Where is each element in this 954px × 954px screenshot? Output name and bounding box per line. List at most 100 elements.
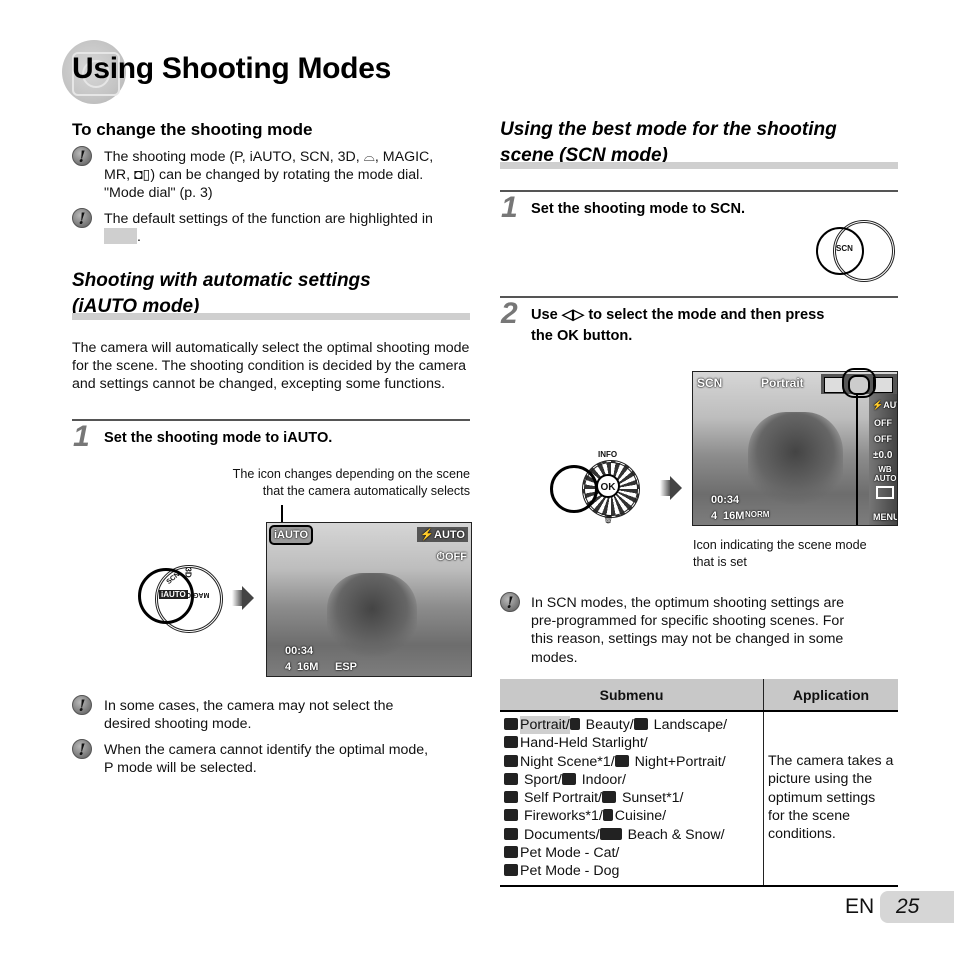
heading-line: Using the best mode for the shooting (500, 119, 837, 140)
caption-line: The icon changes depending on the scene (232, 467, 470, 481)
night-portrait-icon (614, 754, 629, 767)
application-cell: The camera takes a picture using the opt… (768, 753, 894, 843)
menu-button[interactable]: MENU (873, 512, 897, 522)
submenu-item: Hand-Held Starlight/ (520, 735, 648, 752)
landscape-scene-icon[interactable] (824, 377, 844, 393)
heading-underline (72, 313, 470, 320)
submenu-item: Beauty/ (581, 717, 634, 733)
submenu-item: Landscape/ (649, 717, 728, 733)
pet-cat-icon (504, 846, 518, 859)
exposure-setting[interactable]: ±0.0 (873, 450, 892, 461)
recording-time: 00:34 (285, 645, 314, 657)
note-line: modes. (531, 649, 578, 666)
step-number: 1 (73, 420, 90, 453)
note-line: When the camera cannot identify the opti… (104, 742, 429, 758)
step-divider (72, 419, 470, 421)
recording-time: 00:34 (711, 494, 740, 506)
shots-remaining: 4 (711, 510, 718, 522)
note-default-settings: The default settings of the function are… (104, 210, 474, 246)
portrait-icon (504, 718, 518, 730)
beach-snow-icon (599, 827, 622, 840)
submenu-item: Sport/ (520, 771, 562, 788)
note-shooting-modes: The shooting mode (P, iAUTO, SCN, 3D, ⌓,… (104, 148, 474, 203)
drive-mode-icon[interactable] (876, 486, 894, 499)
page-number: 25 (896, 895, 920, 918)
macro-setting[interactable]: OFF (874, 418, 892, 428)
caption-pointer (856, 394, 858, 525)
pet-dog-icon (504, 864, 518, 877)
dial-highlight-circle (550, 465, 598, 513)
heading-line: Shooting with automatic settings (72, 270, 371, 291)
caption-line: Icon indicating the scene mode (693, 538, 867, 552)
submenu-item: Night+Portrait/ (630, 753, 726, 770)
timer-indicator: ⏱OFF (436, 551, 467, 563)
highlight-sample (104, 228, 137, 245)
submenu-item: Pet Mode - Dog (520, 863, 620, 880)
submenu-item: Indoor/ (577, 771, 626, 788)
note-line: The default settings of the function are… (104, 211, 433, 227)
step-number: 2 (501, 297, 518, 330)
timer-setting[interactable]: OFF (874, 434, 892, 444)
caution-icon: ! (72, 208, 92, 228)
lcd-caption: Icon indicating the scene mode that is s… (693, 537, 903, 571)
change-mode-heading: To change the shooting mode (72, 120, 313, 139)
metering-mode: ESP (335, 661, 358, 673)
arrow-head (670, 476, 682, 500)
flash-setting[interactable]: ⚡AUTO (872, 400, 897, 411)
note-line: pre-programmed for specific shooting sce… (531, 613, 845, 630)
step-text: Set the shooting mode to iAUTO. (104, 430, 333, 446)
iauto-mode-indicator: iAUTO (269, 525, 314, 545)
caption-line: that the camera automatically selects (262, 484, 470, 498)
beauty-scene-icon[interactable] (873, 377, 893, 393)
dial-label-magic: MAGIC (186, 591, 210, 598)
table-row: Portrait/ Beauty/ Landscape/ Hand-Held S… (500, 711, 898, 886)
icon-caption: The icon changes depending on the scene … (180, 466, 470, 500)
language-label: EN (845, 895, 875, 918)
note-line: desired shooting mode. (104, 716, 252, 733)
submenu-item: Beach & Snow/ (623, 826, 725, 843)
caution-icon: ! (72, 146, 92, 166)
submenu-item: Cuisine/ (614, 808, 667, 825)
image-size: 16M (297, 661, 319, 673)
wb-setting[interactable]: WB AUTO (874, 465, 897, 483)
note-p-mode: When the camera cannot identify the opti… (104, 741, 474, 777)
arrow-head (242, 586, 254, 610)
page-title: Using Shooting Modes (72, 52, 391, 85)
note-line: The shooting mode (P, iAUTO, SCN, 3D, ⌓,… (104, 149, 434, 165)
submenu-item: Documents/ (520, 826, 600, 843)
ok-button-icon: OK (596, 474, 620, 498)
lcd-screen-iauto: iAUTO ⚡AUTO ⏱OFF 00:34 4 16M ESP (266, 522, 472, 677)
shots-remaining: 4 (285, 661, 292, 673)
note-line: P mode will be selected. (104, 760, 257, 777)
table-header-row: Submenu Application (500, 679, 898, 712)
step-text: Set the shooting mode to SCN. (531, 201, 746, 217)
beauty-icon (569, 718, 580, 730)
submenu-item: Pet Mode - Cat/ (520, 845, 620, 862)
note-line: In some cases, the camera may not select… (104, 698, 394, 714)
submenu-item: Sunset*1/ (618, 790, 684, 807)
caption-pointer (281, 505, 283, 523)
caution-icon: ! (72, 739, 92, 759)
sunset-icon (602, 791, 617, 804)
note-line: this reason, settings may not be changed… (531, 631, 844, 648)
step-number: 1 (501, 191, 518, 224)
heading-underline (500, 162, 898, 169)
note-may-not-select: In some cases, the camera may not select… (104, 697, 474, 733)
submenu-cell: Portrait/ Beauty/ Landscape/ Hand-Held S… (500, 711, 764, 886)
photo-subject (748, 412, 843, 512)
caption-line: that is set (693, 555, 747, 569)
submenu-item: Portrait/ (520, 716, 570, 735)
hand-held-starlight-icon (504, 736, 518, 749)
note-scn-modes: In SCN modes, the optimum shooting setti… (531, 594, 901, 667)
column-header-application: Application (763, 679, 898, 712)
photo-subject (327, 573, 417, 663)
sport-icon (504, 772, 518, 785)
indoor-icon (561, 772, 576, 785)
flash-indicator: ⚡AUTO (417, 527, 468, 542)
caution-icon: ! (500, 592, 520, 612)
dial-label-scn: SCN (836, 244, 853, 253)
trash-icon: 🗑 (603, 515, 614, 524)
step-divider (500, 296, 898, 298)
mode-dial-reference: "Mode dial" (p. 3) (104, 185, 213, 202)
auto-section-body: The camera will automatically select the… (72, 340, 470, 393)
